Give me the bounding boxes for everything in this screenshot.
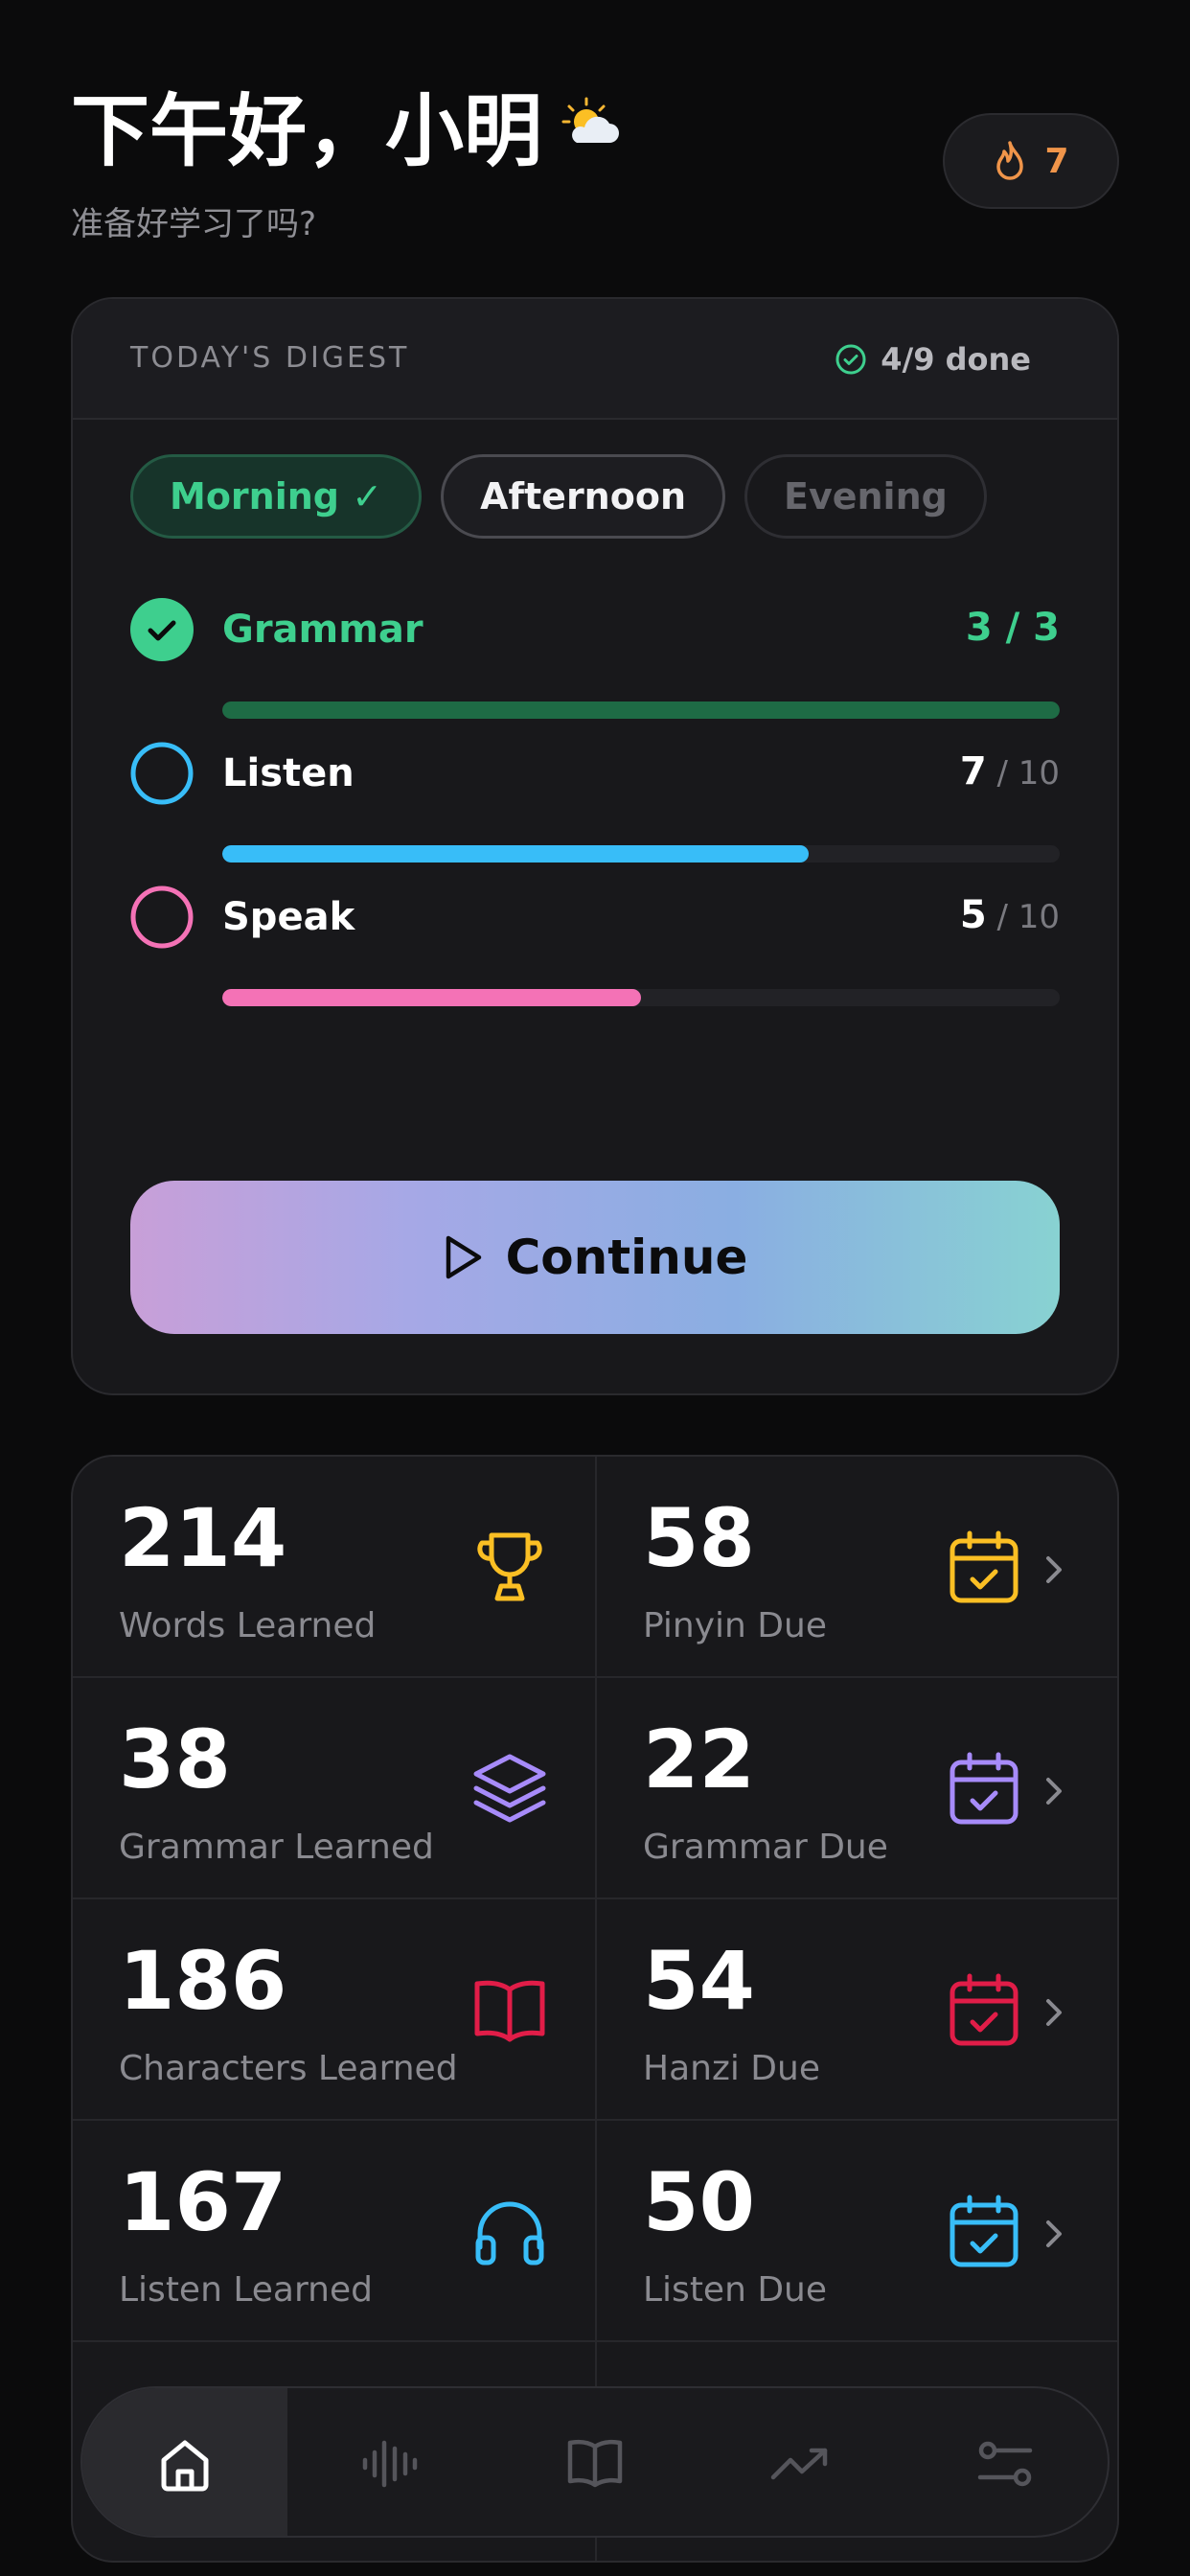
progress-fill [222, 845, 809, 862]
stat-value: 54 [643, 1934, 755, 2028]
task-grammar[interactable]: Grammar 3 / 3 [130, 598, 1060, 719]
greeting-text: 下午好，小明 [71, 86, 543, 177]
bottom-nav [80, 2386, 1110, 2538]
tab-evening[interactable]: Evening [744, 454, 987, 539]
digest-done-status: 4/9 done [835, 341, 1031, 378]
tab-afternoon[interactable]: Afternoon [441, 454, 725, 539]
stat-label: Pinyin Due [643, 1606, 827, 1645]
stat-value: 186 [119, 1934, 287, 2028]
nav-settings[interactable] [903, 2388, 1108, 2536]
flame-icon [996, 141, 1024, 180]
stat-label: Listen Due [643, 2270, 828, 2310]
nav-listen[interactable] [287, 2388, 492, 2536]
task-speak[interactable]: Speak 5 / 10 [130, 886, 1060, 1006]
progress-bar [222, 702, 1060, 719]
task-count: 5 / 10 [959, 893, 1060, 937]
stat-label: Words Learned [119, 1606, 377, 1645]
stat-value: 50 [643, 2155, 755, 2249]
stat-value: 167 [119, 2155, 287, 2249]
open-book-icon [474, 1980, 545, 2042]
stat-value: 214 [119, 1491, 287, 1585]
book-icon [567, 2439, 623, 2488]
tab-morning[interactable]: Morning ✓ [130, 454, 423, 539]
check-circle-icon [835, 344, 866, 375]
empty-circle-icon [130, 742, 194, 805]
greeting-title: 下午好，小明 [71, 67, 623, 181]
stat-value: 58 [643, 1491, 755, 1585]
stat-label: Grammar Learned [119, 1828, 434, 1867]
task-name: Grammar [222, 608, 423, 652]
stat-pinyin-due[interactable]: 58 Pinyin Due [597, 1457, 1117, 1678]
task-count: 3 / 3 [965, 606, 1060, 650]
digest-card: TODAY'S DIGEST 4/9 done Morning ✓ Aftern… [71, 297, 1119, 1395]
headphones-icon [475, 2201, 544, 2266]
completed-check-icon [130, 598, 194, 661]
sliders-icon [977, 2441, 1033, 2487]
greeting-subtitle: 准备好学习了吗? [71, 205, 317, 243]
chevron-right-icon [1046, 1999, 1062, 2026]
trending-up-icon [770, 2448, 828, 2480]
task-name: Speak [222, 895, 355, 939]
stat-hanzi-due[interactable]: 54 Hanzi Due [597, 1899, 1117, 2121]
calendar-check-icon [950, 2195, 1018, 2267]
stat-listen-learned[interactable]: 167 Listen Learned [73, 2121, 597, 2342]
progress-bar [222, 845, 1060, 862]
trophy-icon [477, 1532, 542, 1601]
stat-grammar-due[interactable]: 22 Grammar Due [597, 1678, 1117, 1899]
chevron-right-icon [1046, 1556, 1062, 1583]
task-name: Listen [222, 751, 355, 795]
sun-behind-cloud-icon [561, 97, 620, 143]
stat-label: Hanzi Due [643, 2049, 820, 2088]
digest-header: TODAY'S DIGEST 4/9 done [73, 299, 1117, 420]
header: 下午好，小明 准备好学习了吗? 7 [71, 67, 1119, 259]
progress-bar [222, 989, 1060, 1006]
task-listen[interactable]: Listen 7 / 10 [130, 742, 1060, 862]
streak-count: 7 [1044, 141, 1069, 181]
stat-characters-learned[interactable]: 186 Characters Learned [73, 1899, 597, 2121]
nav-home[interactable] [82, 2388, 287, 2536]
stat-words-learned[interactable]: 214 Words Learned [73, 1457, 597, 1678]
layers-icon [473, 1754, 546, 1823]
stat-label: Characters Learned [119, 2049, 458, 2088]
stat-label: Grammar Due [643, 1828, 888, 1867]
nav-read[interactable] [492, 2388, 698, 2536]
continue-label: Continue [505, 1230, 748, 1285]
calendar-check-icon [950, 1752, 1018, 1825]
stat-value: 38 [119, 1713, 231, 1806]
stat-grammar-learned[interactable]: 38 Grammar Learned [73, 1678, 597, 1899]
calendar-check-icon [950, 1973, 1018, 2046]
stat-label: Listen Learned [119, 2270, 373, 2310]
task-count: 7 / 10 [959, 749, 1060, 794]
digest-label: TODAY'S DIGEST [130, 341, 410, 375]
waveform-icon [362, 2440, 418, 2488]
digest-done-text: 4/9 done [881, 341, 1031, 378]
progress-fill [222, 702, 1060, 719]
streak-badge[interactable]: 7 [943, 113, 1119, 209]
stat-listen-due[interactable]: 50 Listen Due [597, 2121, 1117, 2342]
empty-circle-icon [130, 886, 194, 949]
progress-fill [222, 989, 641, 1006]
chevron-right-icon [1046, 2220, 1062, 2247]
stat-value: 22 [643, 1713, 755, 1806]
play-icon [446, 1235, 481, 1279]
time-of-day-tabs: Morning ✓ Afternoon Evening [130, 454, 987, 539]
chevron-right-icon [1046, 1778, 1062, 1805]
home-icon [161, 2440, 209, 2492]
nav-progress[interactable] [698, 2388, 903, 2536]
calendar-check-icon [950, 1530, 1018, 1603]
continue-button[interactable]: Continue [130, 1181, 1060, 1334]
